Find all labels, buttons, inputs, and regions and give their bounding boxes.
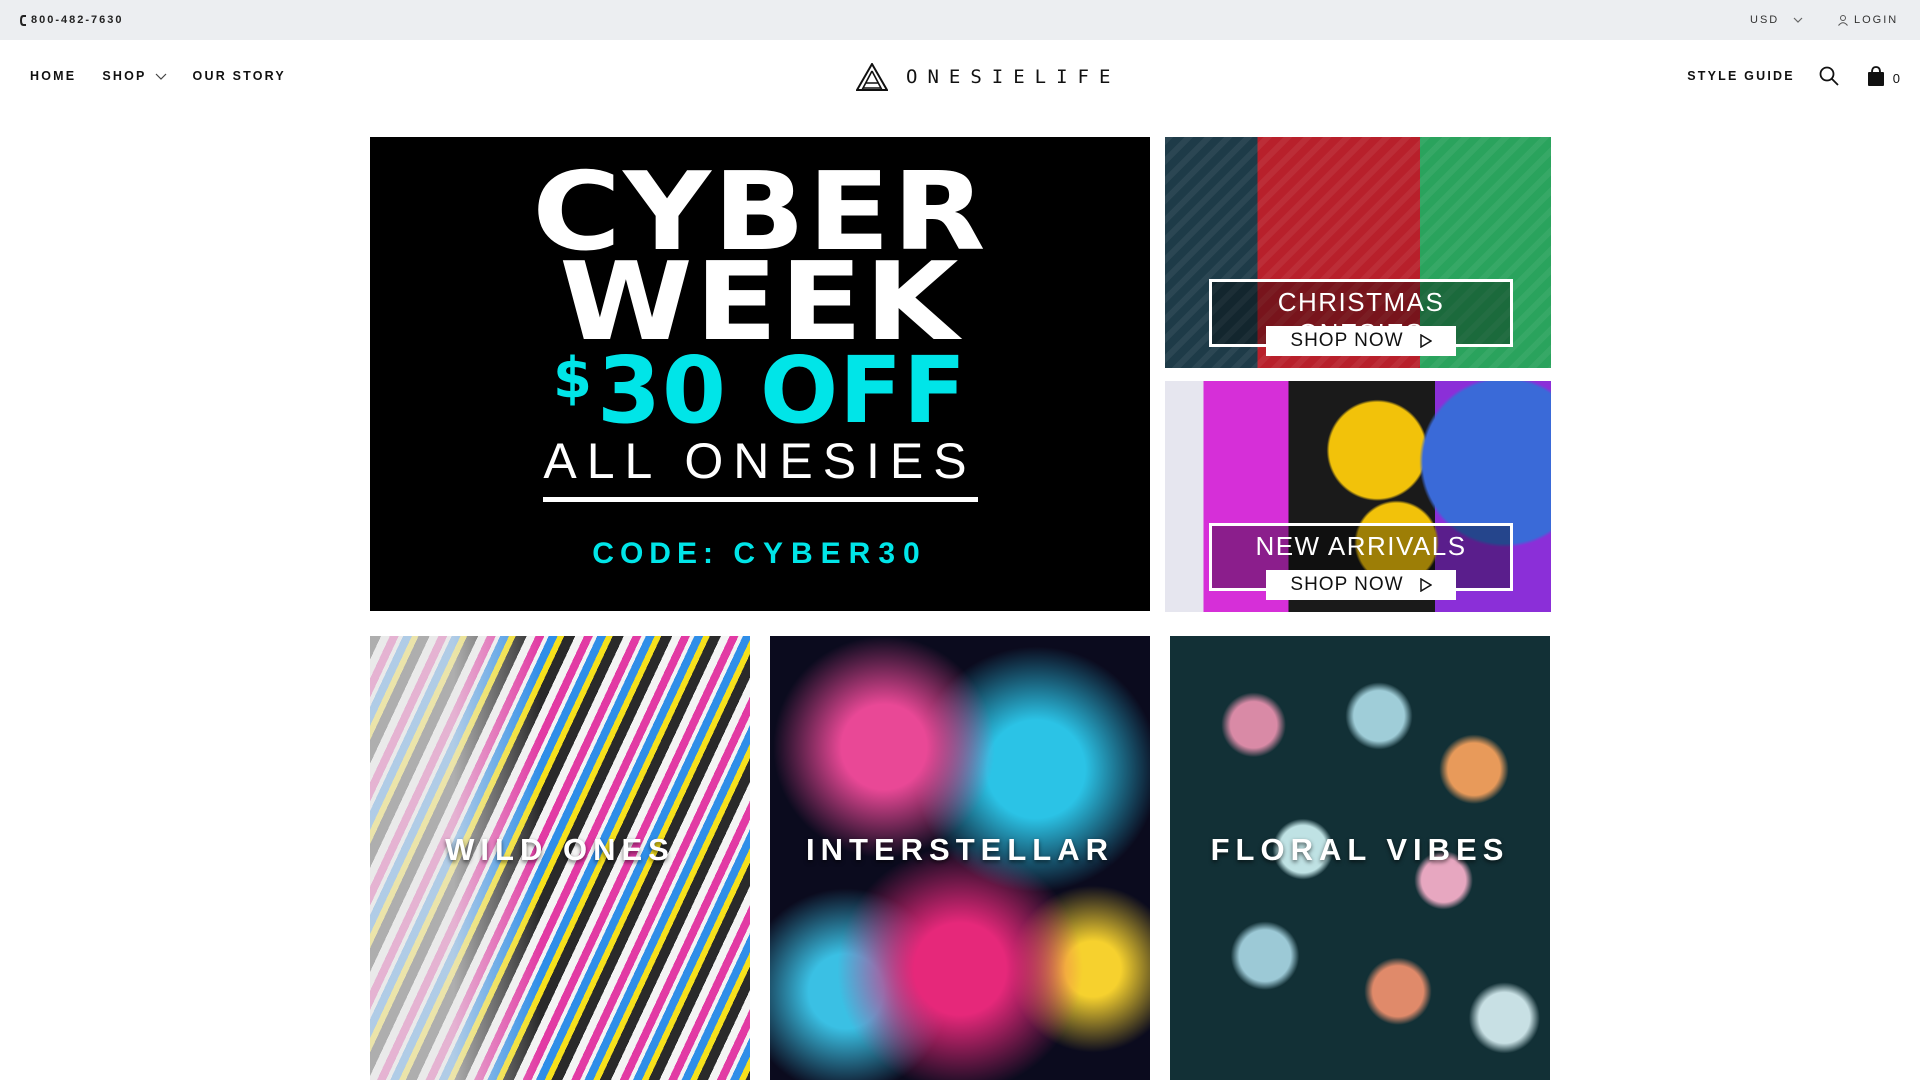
secondary-menu: STYLE GUIDE 0 bbox=[1687, 40, 1900, 112]
hero-subline: ALL ONESIES bbox=[543, 433, 977, 489]
offer-dollar-sign: $ bbox=[553, 346, 593, 411]
promo-christmas-onesies[interactable]: CHRISTMAS ONESIES SHOP NOW bbox=[1165, 137, 1551, 368]
collection-label: WILD ONES bbox=[445, 832, 675, 867]
nav-shop-label: SHOP bbox=[102, 69, 147, 83]
promo-overlay: NEW ARRIVALS SHOP NOW bbox=[1209, 523, 1513, 600]
main-navigation: HOME SHOP OUR STORY ONESIELIFE STYLE GUI… bbox=[0, 40, 1920, 112]
search-icon bbox=[1819, 66, 1839, 86]
utility-bar: 800-482-7630 USD LOGIN bbox=[0, 0, 1920, 40]
cart-count: 0 bbox=[1892, 71, 1900, 86]
promo-code-label: CODE: bbox=[592, 537, 719, 570]
nav-style-guide[interactable]: STYLE GUIDE bbox=[1687, 69, 1795, 83]
logo-triangle-icon bbox=[856, 63, 888, 91]
shopping-bag-icon bbox=[1867, 66, 1884, 86]
search-button[interactable] bbox=[1819, 66, 1839, 86]
chevron-down-icon bbox=[1793, 17, 1803, 23]
phone-number: 800-482-7630 bbox=[31, 14, 124, 26]
hero-offer: $30 OFF bbox=[370, 345, 1150, 437]
collection-wild-ones[interactable]: WILD ONES bbox=[370, 636, 750, 1080]
promo-overlay: CHRISTMAS ONESIES SHOP NOW bbox=[1209, 279, 1513, 356]
nav-home[interactable]: HOME bbox=[30, 69, 76, 83]
play-arrow-icon bbox=[1419, 578, 1432, 592]
currency-selector[interactable]: USD bbox=[1750, 0, 1803, 40]
cart-button[interactable]: 0 bbox=[1867, 66, 1900, 86]
primary-menu: HOME SHOP OUR STORY bbox=[30, 40, 286, 112]
phone-icon bbox=[20, 14, 26, 26]
promo-code: CODE: CYBER30 bbox=[370, 537, 1150, 571]
logo-wordmark: ONESIELIFE bbox=[906, 66, 1121, 88]
collection-interstellar[interactable]: INTERSTELLAR bbox=[770, 636, 1150, 1080]
collection-label: INTERSTELLAR bbox=[806, 832, 1114, 867]
site-logo[interactable]: ONESIELIFE bbox=[856, 58, 1120, 96]
shop-now-label: SHOP NOW bbox=[1290, 330, 1404, 351]
hero-underline bbox=[543, 497, 978, 502]
user-icon bbox=[1838, 14, 1848, 26]
offer-amount: 30 OFF bbox=[597, 337, 967, 444]
collection-label: FLORAL VIBES bbox=[1210, 832, 1510, 867]
login-label: LOGIN bbox=[1854, 14, 1899, 26]
collection-floral-vibes[interactable]: FLORAL VIBES bbox=[1170, 636, 1550, 1080]
currency-label: USD bbox=[1750, 14, 1780, 26]
cyber-week-banner[interactable]: CYBER WEEK $30 OFF ALL ONESIES CODE: CYB… bbox=[370, 137, 1150, 611]
chevron-down-icon bbox=[155, 73, 166, 80]
shop-now-button[interactable]: SHOP NOW bbox=[1266, 326, 1456, 356]
phone-link[interactable]: 800-482-7630 bbox=[20, 0, 124, 40]
login-link[interactable]: LOGIN bbox=[1838, 0, 1898, 40]
promo-title: NEW ARRIVALS bbox=[1255, 531, 1467, 561]
promo-code-value: CYBER30 bbox=[733, 537, 928, 570]
play-arrow-icon bbox=[1419, 334, 1432, 348]
promo-new-arrivals[interactable]: NEW ARRIVALS SHOP NOW bbox=[1165, 381, 1551, 612]
nav-our-story[interactable]: OUR STORY bbox=[193, 69, 286, 83]
shop-now-button[interactable]: SHOP NOW bbox=[1266, 570, 1456, 600]
nav-shop[interactable]: SHOP bbox=[102, 69, 166, 83]
shop-now-label: SHOP NOW bbox=[1290, 574, 1404, 595]
